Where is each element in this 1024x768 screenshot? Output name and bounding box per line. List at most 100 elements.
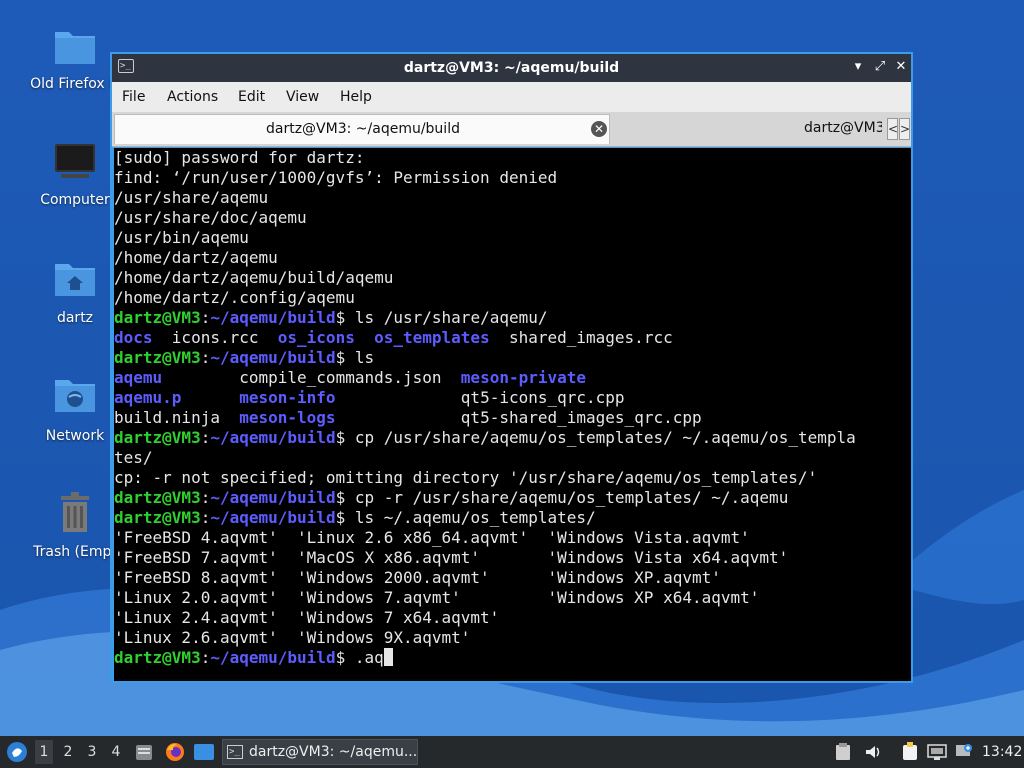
prompt-dollar: $ xyxy=(335,308,355,327)
command-text: cp -r /usr/share/aqemu/os_templates/ ~/.… xyxy=(354,488,789,507)
ls-output-line: 'FreeBSD 7.aqvmt' 'MacOS X x86.aqvmt' 'W… xyxy=(114,548,789,567)
taskbar-task-terminal[interactable]: >_ dartz@VM3: ~/aqemu... xyxy=(222,739,418,765)
terminal-line: tes/ xyxy=(114,448,153,467)
removable-media-icon[interactable] xyxy=(901,742,919,762)
terminal-line: /usr/share/doc/aqemu xyxy=(114,208,307,227)
prompt-dollar: $ xyxy=(335,648,355,667)
window-title: dartz@VM3: ~/aqemu/build xyxy=(403,60,620,76)
prompt-line: dartz@VM3:~/aqemu/build$ cp /usr/share/a… xyxy=(114,428,911,448)
command-text: ls xyxy=(354,348,375,367)
dir-entry: os_templates xyxy=(374,328,490,347)
prompt-userhost: dartz@VM3 xyxy=(114,508,201,527)
prompt-sep: : xyxy=(200,308,211,327)
terminal-line: find: ‘/run/user/1000/gvfs’: Permission … xyxy=(114,168,558,187)
command-text: ls ~/.aqemu/os_templates/ xyxy=(354,508,596,527)
file-manager-icon[interactable] xyxy=(134,742,154,762)
trash-icon xyxy=(51,490,99,538)
prompt-path: ~/aqemu/build xyxy=(210,428,336,447)
prompt-path: ~/aqemu/build xyxy=(210,348,336,367)
dir-entry: meson-info xyxy=(239,388,336,407)
menu-file[interactable]: File xyxy=(122,89,145,105)
terminal-output[interactable]: [sudo] password for dartz: find: ‘/run/u… xyxy=(114,148,911,681)
ls-output-line: 'FreeBSD 8.aqvmt' 'Windows 2000.aqvmt' '… xyxy=(114,568,721,587)
menu-view[interactable]: View xyxy=(286,89,319,105)
prompt-sep: : xyxy=(200,348,211,367)
prompt-line: dartz@VM3:~/aqemu/build$ ls /usr/share/a… xyxy=(114,308,911,328)
command-text: ls /usr/share/aqemu/ xyxy=(354,308,548,327)
minimize-icon[interactable]: ▾ xyxy=(850,59,866,75)
file-entry: build.ninja xyxy=(114,408,220,427)
ls-output-line: 'Linux 2.0.aqvmt' 'Windows 7.aqvmt' 'Win… xyxy=(114,588,760,607)
prompt-dollar: $ xyxy=(335,428,355,447)
prompt-dollar: $ xyxy=(335,508,355,527)
computer-icon xyxy=(51,138,99,186)
dir-entry: docs xyxy=(114,328,153,347)
home-folder-icon xyxy=(51,256,99,304)
tab-label: dartz@VM3: ~/aqemu/build xyxy=(266,121,460,137)
tab-scroll-left-icon[interactable]: < xyxy=(887,118,898,140)
taskbar-task-label: dartz@VM3: ~/aqemu... xyxy=(249,744,418,760)
dir-entry: aqemu.p xyxy=(114,388,182,407)
terminal-line: /home/dartz/aqemu xyxy=(114,248,278,267)
menu-help[interactable]: Help xyxy=(340,89,372,105)
terminal-line: /home/dartz/.config/aqemu xyxy=(114,288,355,307)
text-cursor xyxy=(383,648,393,666)
tab-active[interactable]: dartz@VM3: ~/aqemu/build ✕ xyxy=(114,114,610,144)
dir-entry: meson-logs xyxy=(239,408,336,427)
prompt-line: dartz@VM3:~/aqemu/build$ cp -r /usr/shar… xyxy=(114,488,911,508)
dir-entry: aqemu xyxy=(114,368,163,387)
file-entry: compile_commands.json xyxy=(239,368,442,387)
ls-output-line: 'FreeBSD 4.aqvmt' 'Linux 2.6 x86_64.aqvm… xyxy=(114,528,750,547)
terminal-line: /usr/share/aqemu xyxy=(114,188,269,207)
prompt-path: ~/aqemu/build xyxy=(210,508,336,527)
command-text: cp /usr/share/aqemu/os_templates/ ~/.aqe… xyxy=(354,428,856,447)
workspace-1[interactable]: 1 xyxy=(35,740,53,764)
network-icon[interactable] xyxy=(927,743,947,761)
volume-icon[interactable] xyxy=(864,743,882,761)
file-entry: qt5-icons_qrc.cpp xyxy=(460,388,625,407)
menu-edit[interactable]: Edit xyxy=(238,89,265,105)
tab-inactive[interactable]: dartz@VM3: xyxy=(612,114,882,144)
workspace-2[interactable]: 2 xyxy=(59,744,77,760)
terminal-line: [sudo] password for dartz: xyxy=(114,148,365,167)
prompt-sep: : xyxy=(200,648,211,667)
prompt-userhost: dartz@VM3 xyxy=(114,488,201,507)
prompt-sep: : xyxy=(200,428,211,447)
ls-output-line: aqemu.p meson-info qt5-icons_qrc.cpp xyxy=(114,388,911,408)
tab-scroll-right-icon[interactable]: > xyxy=(899,118,910,140)
workspace-4[interactable]: 4 xyxy=(107,744,125,760)
clock[interactable]: 13:42 xyxy=(982,744,1022,760)
window-titlebar[interactable]: >_ dartz@VM3: ~/aqemu/build ▾ ⤢ ✕ xyxy=(112,54,911,82)
tab-label: dartz@VM3: xyxy=(804,120,882,136)
prompt-dollar: $ xyxy=(335,348,355,367)
prompt-line: dartz@VM3:~/aqemu/build$ ls xyxy=(114,348,911,368)
ls-output-line: docs icons.rcc os_icons os_templates sha… xyxy=(114,328,911,348)
ls-output-line: aqemu compile_commands.json meson-privat… xyxy=(114,368,911,388)
prompt-userhost: dartz@VM3 xyxy=(114,348,201,367)
start-menu-icon[interactable] xyxy=(6,741,28,763)
menu-actions[interactable]: Actions xyxy=(167,89,218,105)
prompt-line-current[interactable]: dartz@VM3:~/aqemu/build$ .aq xyxy=(114,648,911,668)
workspace-3[interactable]: 3 xyxy=(83,744,101,760)
prompt-dollar: $ xyxy=(335,488,355,507)
network-folder-icon xyxy=(51,374,99,422)
terminal-line: /usr/bin/aqemu xyxy=(114,228,249,247)
dir-entry: os_icons xyxy=(277,328,355,347)
file-entry: shared_images.rcc xyxy=(508,328,673,347)
firefox-icon[interactable] xyxy=(164,741,186,763)
maximize-icon[interactable]: ⤢ xyxy=(872,59,888,75)
update-icon[interactable] xyxy=(955,743,973,761)
show-desktop-icon[interactable] xyxy=(193,743,215,761)
taskbar: 1 2 3 4 >_ dartz@VM3: ~/aqemu... 13:42 xyxy=(0,736,1024,768)
prompt-line: dartz@VM3:~/aqemu/build$ ls ~/.aqemu/os_… xyxy=(114,508,911,528)
close-icon[interactable]: ✕ xyxy=(893,59,909,75)
command-input[interactable]: .aq xyxy=(355,648,384,667)
terminal-line: /home/dartz/aqemu/build/aqemu xyxy=(114,268,394,287)
terminal-icon: >_ xyxy=(227,745,243,759)
clipboard-icon[interactable] xyxy=(835,743,851,761)
tab-close-icon[interactable]: ✕ xyxy=(591,121,607,137)
ls-output-line: build.ninja meson-logs qt5-shared_images… xyxy=(114,408,911,428)
terminal-window: >_ dartz@VM3: ~/aqemu/build ▾ ⤢ ✕ File A… xyxy=(110,52,913,683)
prompt-userhost: dartz@VM3 xyxy=(114,648,201,667)
prompt-userhost: dartz@VM3 xyxy=(114,428,201,447)
